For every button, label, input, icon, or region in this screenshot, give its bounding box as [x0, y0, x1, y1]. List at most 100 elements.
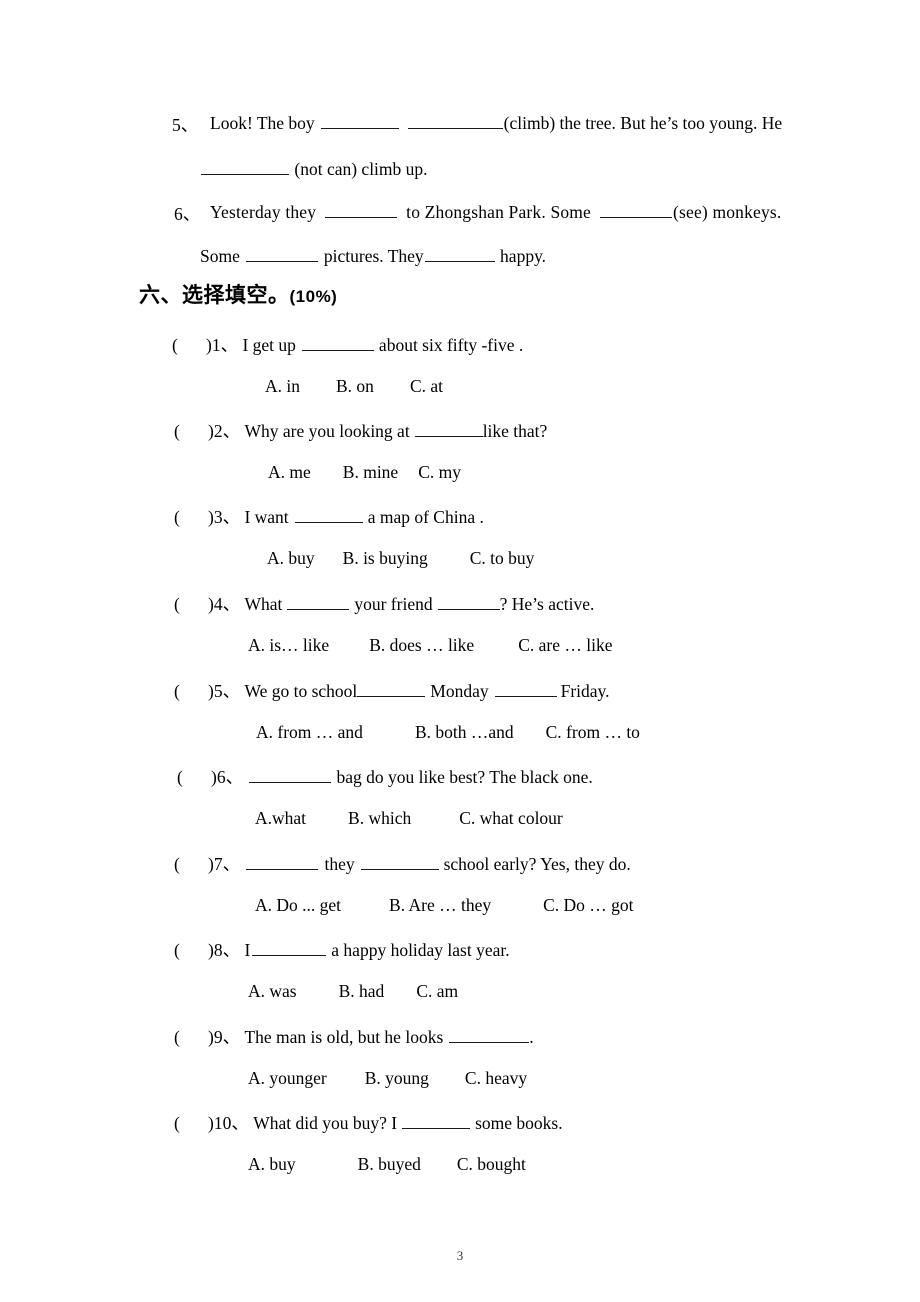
option-8-b[interactable]: B. had [339, 981, 385, 1002]
option-9-b[interactable]: B. young [365, 1068, 429, 1089]
question-2: ()2、 Why are you looking at like that? [174, 418, 547, 443]
blank-q9[interactable] [449, 1026, 530, 1043]
question-7: ()7、 they school early? Yes, they do. [174, 851, 631, 876]
question-10-options: A. buy B. buyed C. bought [248, 1154, 526, 1175]
blank-q8[interactable] [252, 939, 327, 956]
answer-box-1[interactable]: ( [172, 335, 206, 356]
fib-5-line1-pre: Look! The boy [210, 113, 315, 134]
option-6-b[interactable]: B. which [348, 808, 411, 829]
question-3-post: a map of China . [367, 507, 484, 527]
blank-q1[interactable] [301, 334, 374, 351]
answer-box-10[interactable]: ( [174, 1113, 208, 1134]
option-7-c[interactable]: C. Do … got [543, 895, 633, 916]
option-9-c[interactable]: C. heavy [465, 1068, 527, 1089]
blank-5-1[interactable] [320, 112, 399, 130]
option-1-c[interactable]: C. at [410, 376, 443, 397]
question-1-number: 1、 [211, 335, 239, 355]
section-heading: 六、选择填空。(10%) [139, 279, 337, 309]
question-3: ()3、 I want a map of China . [174, 504, 484, 529]
question-4-post: ? He’s active. [499, 594, 595, 614]
answer-box-2[interactable]: ( [174, 421, 208, 442]
blank-q7-1[interactable] [246, 853, 319, 870]
question-10-number: 10、 [213, 1113, 249, 1133]
fib-6-line1-post: (see) monkeys. [673, 202, 782, 223]
fib-item-5-number: 5、 [172, 115, 199, 135]
option-2-c[interactable]: C. my [418, 462, 461, 483]
question-4: ()4、 What your friend? He’s active. [174, 591, 594, 616]
blank-6-1[interactable] [325, 201, 398, 219]
option-4-c[interactable]: C. are … like [518, 635, 612, 656]
option-10-a[interactable]: A. buy [248, 1154, 296, 1175]
question-1-options: A. in B. on C. at [265, 376, 443, 397]
option-4-a[interactable]: A. is… like [248, 635, 329, 656]
option-7-a[interactable]: A. Do ... get [255, 895, 341, 916]
fib-5-line1-post: (climb) the tree. But he’s too young. He [503, 113, 783, 134]
question-6-post: bag do you like best? The black one. [336, 767, 593, 787]
option-8-a[interactable]: A. was [248, 981, 297, 1002]
question-5-text: We go to school [244, 681, 358, 701]
blank-q5-1[interactable] [357, 680, 426, 697]
question-7-options: A. Do ... get B. Are … they C. Do … got [255, 895, 634, 916]
option-10-c[interactable]: C. bought [457, 1154, 526, 1175]
option-5-b[interactable]: B. both …and [415, 722, 514, 743]
answer-box-5[interactable]: ( [174, 681, 208, 702]
option-1-b[interactable]: B. on [336, 376, 374, 397]
fib-6-line2-mid: pictures. They [323, 246, 424, 267]
blank-q4-2[interactable] [437, 593, 500, 610]
question-1: ()1、 I get up about six fifty -five . [172, 332, 523, 357]
fib-item-6-line2: Some pictures. They happy. [200, 245, 546, 267]
blank-q6[interactable] [249, 766, 332, 783]
option-2-b[interactable]: B. mine [343, 462, 398, 483]
question-5-options: A. from … and B. both …and C. from … to [256, 722, 640, 743]
option-8-c[interactable]: C. am [416, 981, 458, 1002]
fib-5-line2-post: (not can) climb up. [294, 159, 428, 180]
fib-6-line2-pre: Some [200, 246, 240, 267]
fib-item-5-line2: (not can) climb up. [200, 158, 428, 180]
blank-q5-2[interactable] [494, 680, 557, 697]
blank-q3[interactable] [294, 506, 363, 523]
option-6-c[interactable]: C. what colour [459, 808, 563, 829]
question-10: ()10、 What did you buy? Isome books. [174, 1110, 563, 1135]
question-2-text: Why are you looking at [244, 421, 410, 441]
option-10-b[interactable]: B. buyed [358, 1154, 421, 1175]
blank-5-2[interactable] [407, 112, 503, 130]
question-5: ()5、 We go to school Monday Friday. [174, 678, 610, 703]
question-6-options: A.what B. which C. what colour [255, 808, 563, 829]
fib-6-line1-pre: Yesterday they [210, 202, 317, 223]
option-5-a[interactable]: A. from … and [256, 722, 363, 743]
blank-5-3[interactable] [201, 158, 289, 176]
question-3-number: 3、 [213, 507, 241, 527]
answer-box-4[interactable]: ( [174, 594, 208, 615]
blank-q4-1[interactable] [287, 593, 350, 610]
option-4-b[interactable]: B. does … like [369, 635, 474, 656]
answer-box-3[interactable]: ( [174, 507, 208, 528]
question-1-text: I get up [242, 335, 296, 355]
question-2-options: A. me B. mine C. my [268, 462, 461, 483]
blank-q2[interactable] [414, 420, 483, 437]
fib-6-line1-mid: to Zhongshan Park. Some [406, 202, 592, 223]
option-5-c[interactable]: C. from … to [546, 722, 640, 743]
blank-6-4[interactable] [424, 245, 495, 263]
question-7-mid: they [324, 854, 355, 874]
blank-q7-2[interactable] [360, 853, 439, 870]
option-3-c[interactable]: C. to buy [470, 548, 535, 569]
question-9-text: The man is old, but he looks [244, 1027, 444, 1047]
option-1-a[interactable]: A. in [265, 376, 300, 397]
option-6-a[interactable]: A.what [255, 808, 306, 829]
answer-box-9[interactable]: ( [174, 1027, 208, 1048]
answer-box-6[interactable]: ( [177, 767, 211, 788]
blank-6-2[interactable] [600, 201, 673, 219]
option-3-b[interactable]: B. is buying [343, 548, 428, 569]
question-3-options: A. buy B. is buying C. to buy [267, 548, 534, 569]
question-8-post: a happy holiday last year. [331, 940, 510, 960]
fib-item-6-line1: Yesterday they to Zhongshan Park. Some (se… [210, 201, 781, 223]
option-7-b[interactable]: B. Are … they [389, 895, 491, 916]
blank-q10[interactable] [402, 1112, 471, 1129]
option-9-a[interactable]: A. younger [248, 1068, 327, 1089]
blank-6-3[interactable] [245, 245, 318, 263]
option-2-a[interactable]: A. me [268, 462, 311, 483]
answer-box-7[interactable]: ( [174, 854, 208, 875]
answer-box-8[interactable]: ( [174, 940, 208, 961]
question-10-post: some books. [475, 1113, 563, 1133]
option-3-a[interactable]: A. buy [267, 548, 315, 569]
